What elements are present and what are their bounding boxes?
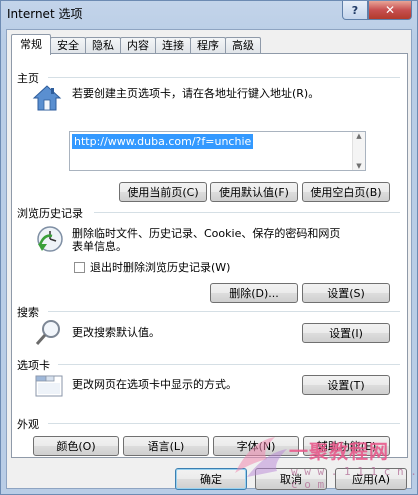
- apply-button[interactable]: 应用(A): [335, 468, 407, 490]
- languages-button[interactable]: 语言(L): [123, 436, 209, 456]
- history-section-title: 浏览历史记录: [17, 207, 83, 220]
- tab-general[interactable]: 常规: [11, 34, 51, 55]
- colors-button[interactable]: 颜色(O): [33, 436, 119, 456]
- history-description-line2: 表单信息。: [72, 240, 127, 253]
- tabs-section-title: 选项卡: [17, 359, 50, 372]
- fonts-button[interactable]: 字体(N): [213, 436, 299, 456]
- general-tab-panel: 主页 若要创建主页选项卡，请在各地址行键入地址(R)。 http://www.d…: [11, 53, 408, 458]
- use-default-button[interactable]: 使用默认值(F): [210, 182, 298, 202]
- tabbed-window-icon: [35, 375, 63, 397]
- accessibility-button[interactable]: 辅助功能(E): [303, 436, 390, 456]
- history-divider: [94, 212, 400, 213]
- scroll-down-icon[interactable]: ▼: [356, 162, 361, 170]
- window-title: Internet 选项: [7, 7, 83, 21]
- house-icon: [32, 85, 62, 111]
- delete-history-button[interactable]: 删除(D)...: [210, 283, 298, 303]
- tab-content[interactable]: 内容: [120, 37, 156, 54]
- tabs-settings-button[interactable]: 设置(T): [302, 375, 390, 395]
- appearance-section-title: 外观: [17, 418, 39, 431]
- close-icon: ✕: [384, 3, 396, 17]
- use-current-button[interactable]: 使用当前页(C): [119, 182, 207, 202]
- search-divider: [48, 311, 400, 312]
- appearance-divider: [48, 423, 400, 424]
- tab-advanced[interactable]: 高级: [225, 37, 261, 54]
- search-settings-button[interactable]: 设置(I): [302, 323, 390, 343]
- tabs-description: 更改网页在选项卡中显示的方式。: [72, 378, 237, 391]
- use-blank-button[interactable]: 使用空白页(B): [302, 182, 390, 202]
- scroll-up-icon[interactable]: ▲: [356, 132, 361, 140]
- tab-connections[interactable]: 连接: [155, 37, 191, 54]
- tab-privacy[interactable]: 隐私: [85, 37, 121, 54]
- homepage-url-field[interactable]: http://www.duba.com/?f=unchie ▲ ▼: [69, 131, 366, 171]
- tabs-divider: [58, 364, 400, 365]
- help-icon: ?: [351, 3, 359, 17]
- delete-on-exit-checkbox[interactable]: [74, 262, 85, 273]
- homepage-url-text[interactable]: http://www.duba.com/?f=unchie: [72, 134, 254, 149]
- history-settings-button[interactable]: 设置(S): [302, 283, 390, 303]
- homepage-divider: [48, 77, 400, 78]
- delete-on-exit-label[interactable]: 退出时删除浏览历史记录(W): [90, 261, 230, 274]
- search-description: 更改搜索默认值。: [72, 326, 160, 339]
- tab-security[interactable]: 安全: [50, 37, 86, 54]
- close-button[interactable]: ✕: [368, 1, 412, 20]
- homepage-description: 若要创建主页选项卡，请在各地址行键入地址(R)。: [72, 87, 320, 100]
- history-description-line1: 删除临时文件、历史记录、Cookie、保存的密码和网页: [72, 227, 341, 240]
- cancel-button[interactable]: 取消: [255, 468, 327, 490]
- tab-strip: 常规 安全 隐私 内容 连接 程序 高级: [11, 34, 261, 55]
- title-bar[interactable]: Internet 选项 ? ✕: [1, 1, 417, 29]
- tab-programs[interactable]: 程序: [190, 37, 226, 54]
- magnifier-icon: [35, 320, 60, 345]
- ok-button[interactable]: 确定: [175, 468, 247, 490]
- dialog-client-area: 常规 安全 隐私 内容 连接 程序 高级 主页 若要创建主页选项卡，请在各地址行…: [6, 29, 412, 490]
- help-button[interactable]: ?: [342, 1, 368, 20]
- history-clock-icon: [37, 226, 63, 252]
- url-scrollbar[interactable]: ▲ ▼: [352, 132, 365, 170]
- internet-options-window: Internet 选项 ? ✕ 常规 安全 隐私 内容 连接 程序 高级 主页: [0, 0, 418, 495]
